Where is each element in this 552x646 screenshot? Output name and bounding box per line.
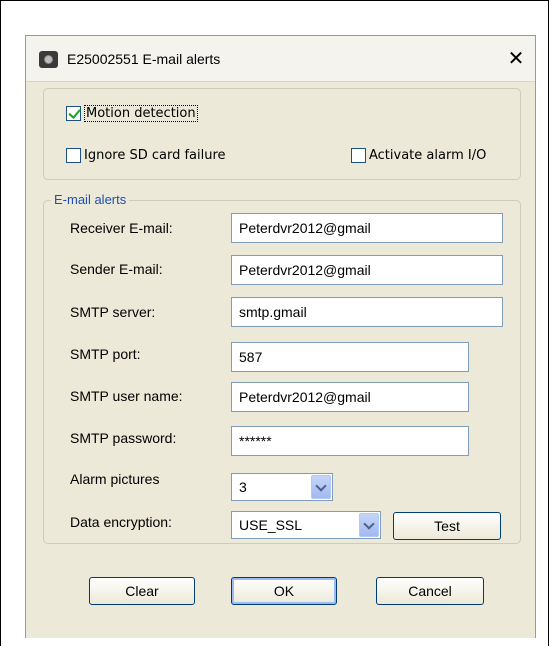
sender-email-field[interactable]: Peterdvr2012@gmail bbox=[231, 255, 503, 285]
alarm-pictures-select[interactable]: 3 bbox=[231, 473, 333, 501]
smtp-user-field[interactable]: Peterdvr2012@gmail bbox=[231, 382, 469, 412]
chevron-down-icon[interactable] bbox=[311, 475, 331, 499]
motion-detection-label: Motion detection bbox=[84, 105, 198, 122]
clear-button[interactable]: Clear bbox=[89, 577, 195, 605]
cancel-button[interactable]: Cancel bbox=[376, 577, 484, 605]
alarm-pictures-label: Alarm pictures bbox=[70, 471, 160, 487]
title-bar: E25002551 E-mail alerts ✕ bbox=[26, 36, 535, 82]
receiver-email-field[interactable]: Peterdvr2012@gmail bbox=[231, 213, 503, 243]
data-encryption-select[interactable]: USE_SSL bbox=[231, 511, 381, 539]
activate-alarm-check-icon bbox=[351, 148, 366, 163]
email-alerts-dialog: E25002551 E-mail alerts ✕ Motion detecti… bbox=[25, 35, 536, 638]
smtp-server-label: SMTP server: bbox=[70, 304, 156, 320]
ignore-sd-checkbox[interactable]: Ignore SD card failure bbox=[66, 148, 226, 163]
motion-detection-checkbox[interactable]: Motion detection bbox=[66, 105, 198, 122]
ok-button[interactable]: OK bbox=[231, 577, 337, 605]
smtp-password-field[interactable]: ****** bbox=[231, 426, 469, 456]
sender-email-label: Sender E-mail: bbox=[70, 261, 163, 277]
ignore-sd-label: Ignore SD card failure bbox=[84, 148, 226, 163]
data-encryption-value: USE_SSL bbox=[239, 517, 303, 533]
activate-alarm-checkbox[interactable]: Activate alarm I/O bbox=[351, 148, 486, 163]
receiver-email-label: Receiver E-mail: bbox=[70, 220, 173, 236]
ignore-sd-check-icon bbox=[66, 148, 81, 163]
smtp-password-label: SMTP password: bbox=[70, 430, 177, 446]
email-alerts-group-title: E-mail alerts bbox=[51, 192, 130, 207]
options-group: Motion detection Ignore SD card failure … bbox=[43, 88, 521, 180]
test-button[interactable]: Test bbox=[393, 512, 501, 540]
activate-alarm-label: Activate alarm I/O bbox=[369, 148, 487, 163]
smtp-user-label: SMTP user name: bbox=[70, 388, 183, 404]
smtp-port-field[interactable]: 587 bbox=[231, 342, 469, 372]
motion-detection-check-icon bbox=[66, 106, 81, 121]
data-encryption-label: Data encryption: bbox=[70, 514, 172, 530]
chevron-down-icon[interactable] bbox=[359, 513, 379, 537]
smtp-port-label: SMTP port: bbox=[70, 346, 141, 362]
close-button[interactable]: ✕ bbox=[505, 46, 527, 70]
smtp-server-field[interactable]: smtp.gmail bbox=[231, 297, 503, 327]
camera-icon bbox=[39, 51, 58, 68]
alarm-pictures-value: 3 bbox=[239, 479, 247, 495]
window-title: E25002551 E-mail alerts bbox=[67, 51, 221, 67]
